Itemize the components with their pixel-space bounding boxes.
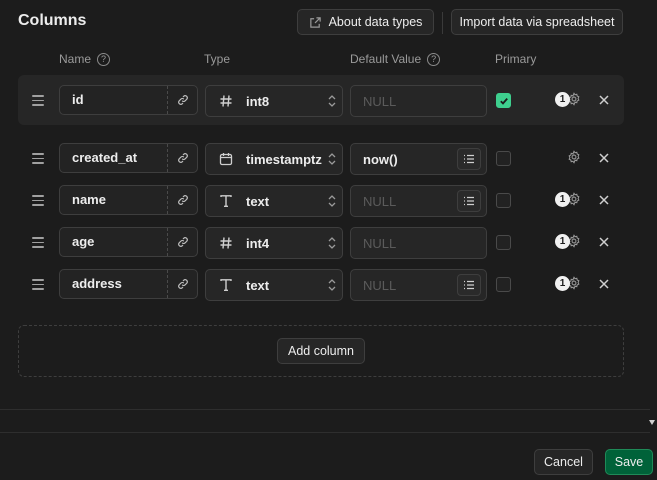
divider [0,409,650,410]
column-name-input[interactable]: id [59,85,198,115]
column-type-select[interactable]: text [205,185,343,217]
primary-checkbox[interactable] [496,277,511,292]
column-name-value: id [72,92,84,107]
cancel-label: Cancel [544,455,583,469]
external-link-icon [309,16,322,29]
column-type-value: int4 [246,235,270,251]
help-icon[interactable]: ? [97,52,111,66]
add-column-area: Add column [18,325,624,377]
drag-handle-icon[interactable] [32,279,44,293]
default-value-input[interactable]: NULL [350,185,487,217]
default-value-text: NULL [363,93,397,109]
hash-icon [206,236,246,250]
header-type: Type [204,52,231,66]
info-badge: 1 [555,234,570,249]
column-type-select[interactable]: text [205,269,343,301]
chevron-updown-icon [322,236,342,250]
default-value-input[interactable]: now() [350,143,487,175]
header-default-value: Default Value ? [350,52,441,66]
column-name-value: created_at [72,150,138,165]
close-icon[interactable] [598,193,610,211]
columns-title: Columns [18,12,87,29]
drag-handle-icon[interactable] [32,237,44,251]
column-type-select[interactable]: timestamptz [205,143,343,175]
primary-checkbox[interactable] [496,151,511,166]
column-row: address text NULL 1 [18,259,624,309]
column-name-value: address [72,276,122,291]
column-name-input[interactable]: name [59,185,198,215]
link-icon[interactable] [167,270,197,298]
chevron-updown-icon [322,94,342,108]
info-badge: 1 [555,92,570,107]
close-icon[interactable] [598,151,610,169]
primary-checkbox[interactable] [496,93,511,108]
add-column-button[interactable]: Add column [277,338,365,364]
default-value-input[interactable]: NULL [350,85,487,117]
close-icon[interactable] [598,235,610,253]
list-icon[interactable] [457,148,481,170]
link-icon[interactable] [167,144,197,172]
column-name-value: age [72,234,95,249]
import-spreadsheet-button[interactable]: Import data via spreadsheet [451,9,623,35]
text-icon [206,278,246,292]
column-type-value: text [246,193,270,209]
chevron-updown-icon [322,152,342,166]
header-name: Name ? [59,52,111,66]
default-value-text: NULL [363,235,397,251]
save-label: Save [614,455,644,469]
link-icon[interactable] [167,86,197,114]
link-icon[interactable] [167,186,197,214]
gear-icon[interactable] [567,150,581,169]
info-badge: 1 [555,276,570,291]
column-row: id int8 NULL 1 [18,75,624,125]
default-value-text: NULL [363,193,397,209]
column-type-value: text [246,277,270,293]
default-value-input[interactable]: NULL [350,269,487,301]
save-button[interactable]: Save [605,449,653,475]
column-name-input[interactable]: age [59,227,198,257]
default-value-text: NULL [363,277,397,293]
import-spreadsheet-label: Import data via spreadsheet [459,15,615,29]
about-data-types-label: About data types [328,15,423,29]
column-type-select[interactable]: int4 [205,227,343,259]
header-primary: Primary [495,52,537,66]
scroll-down-arrow[interactable] [649,420,655,425]
text-icon [206,194,246,208]
add-column-label: Add column [287,344,354,358]
primary-checkbox[interactable] [496,235,511,250]
column-name-value: name [72,192,106,207]
chevron-updown-icon [322,194,342,208]
divider [0,432,650,433]
info-badge: 1 [555,192,570,207]
column-type-select[interactable]: int8 [205,85,343,117]
header-divider [442,12,443,34]
default-value-text: now() [363,151,398,167]
hash-icon [206,94,246,108]
chevron-updown-icon [322,278,342,292]
list-icon[interactable] [457,190,481,212]
primary-checkbox[interactable] [496,193,511,208]
drag-handle-icon[interactable] [32,195,44,209]
column-name-input[interactable]: created_at [59,143,198,173]
cancel-button[interactable]: Cancel [534,449,593,475]
default-value-input[interactable]: NULL [350,227,487,259]
column-type-value: int8 [246,93,270,109]
drag-handle-icon[interactable] [32,95,44,109]
calendar-icon [206,152,246,166]
link-icon[interactable] [167,228,197,256]
column-type-value: timestamptz [246,151,322,167]
help-icon[interactable]: ? [427,52,441,66]
drag-handle-icon[interactable] [32,153,44,167]
about-data-types-button[interactable]: About data types [297,9,434,35]
list-icon[interactable] [457,274,481,296]
close-icon[interactable] [598,93,610,111]
close-icon[interactable] [598,277,610,295]
column-name-input[interactable]: address [59,269,198,299]
